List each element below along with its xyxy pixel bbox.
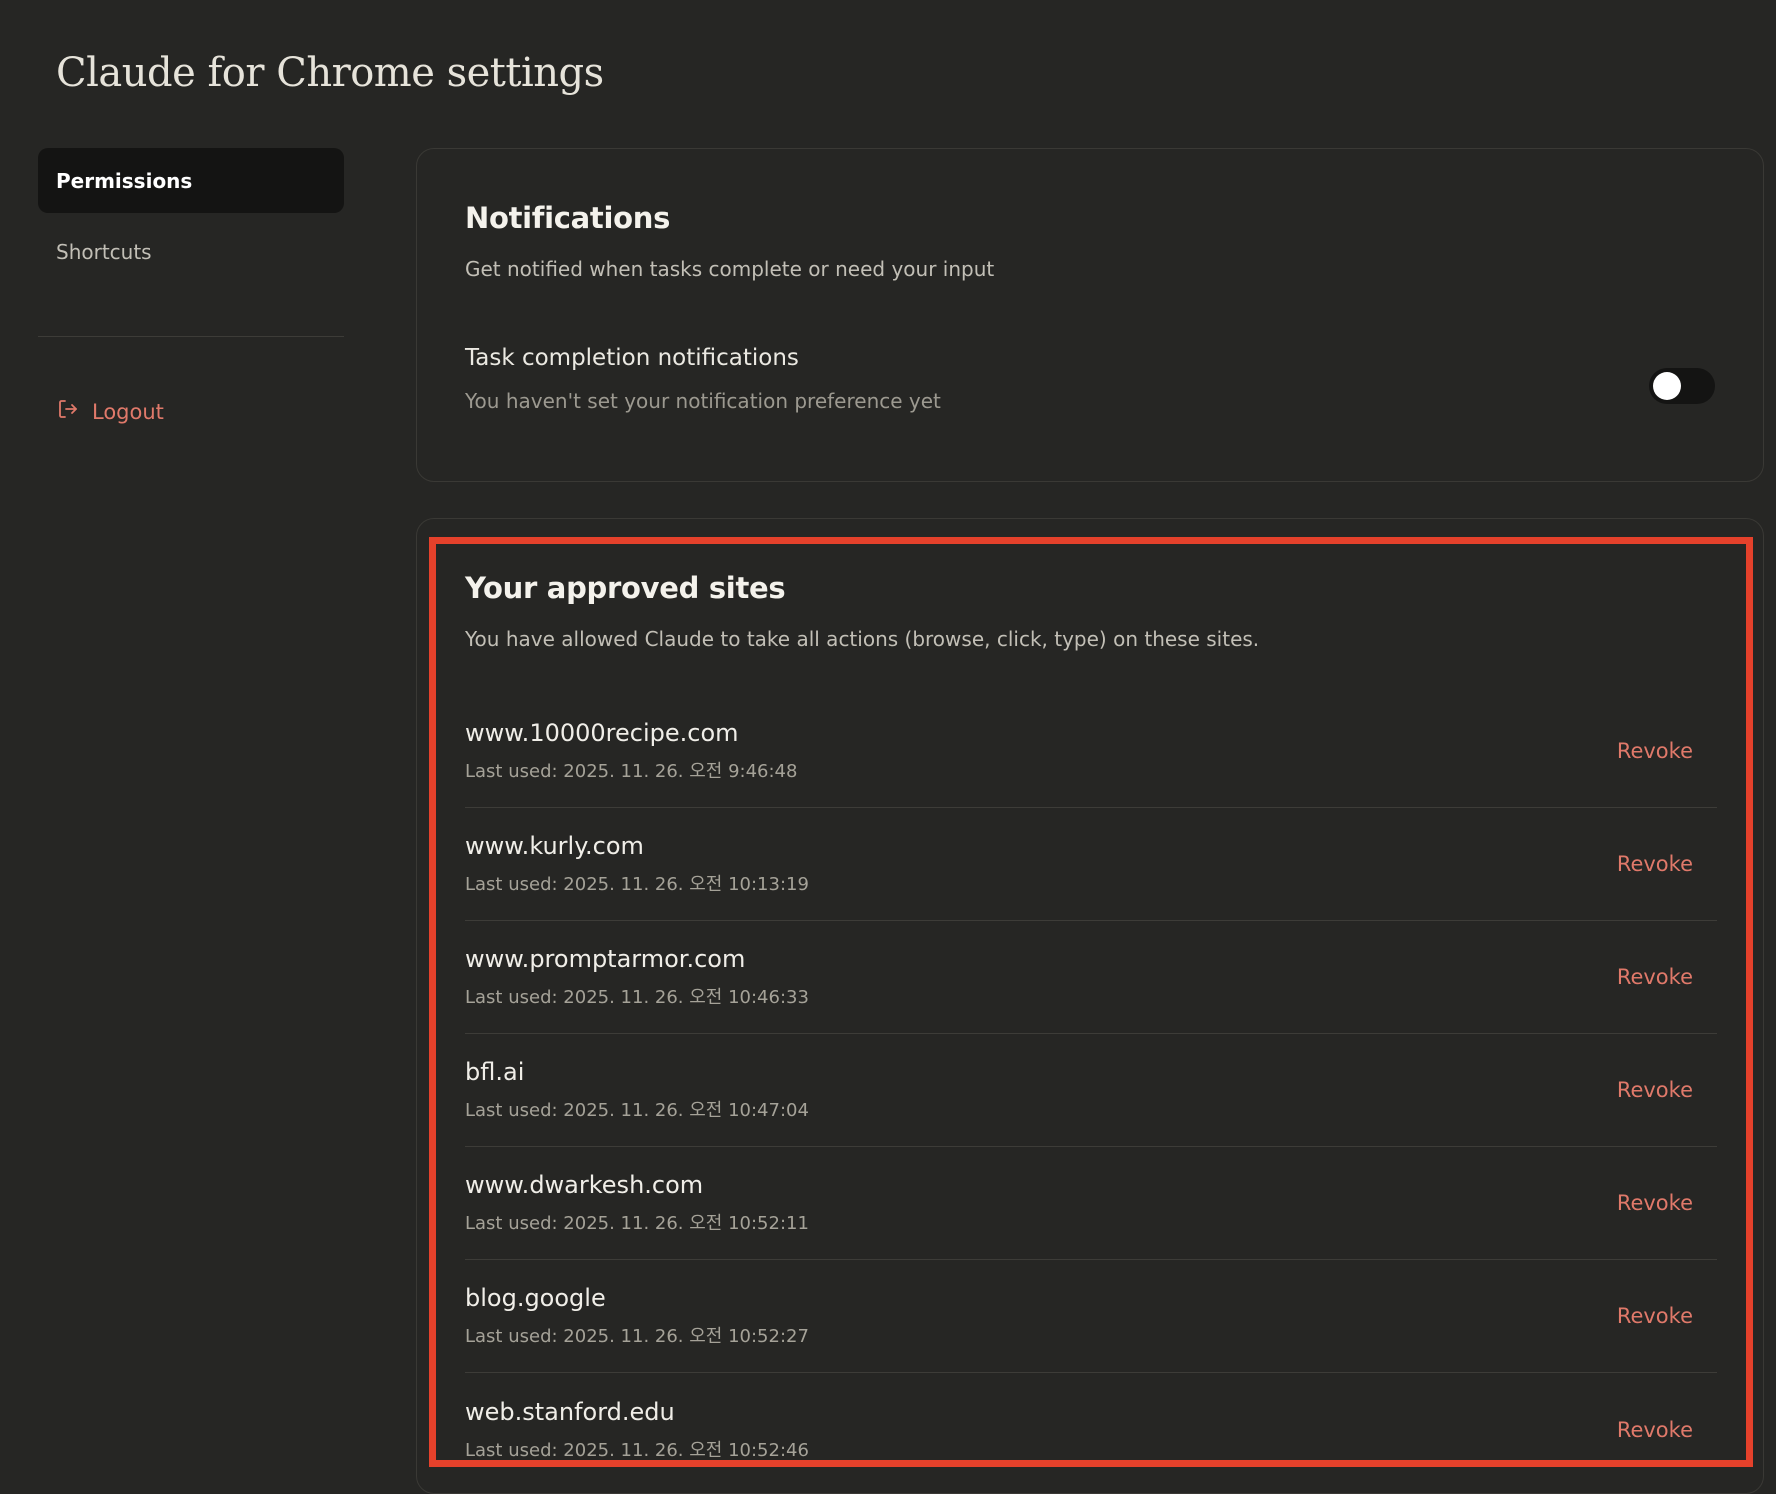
site-domain: www.promptarmor.com [465,945,746,973]
notifications-card: Notifications Get notified when tasks co… [416,148,1764,482]
revoke-button[interactable]: Revoke [1617,852,1693,876]
notifications-subtitle: Get notified when tasks complete or need… [465,257,995,281]
revoke-button[interactable]: Revoke [1617,1418,1693,1442]
revoke-button[interactable]: Revoke [1617,1304,1693,1328]
task-notification-desc: You haven't set your notification prefer… [465,389,941,413]
site-last-used: Last used: 2025. 11. 26. 오전 10:46:33 [465,987,809,1008]
approved-sites-title: Your approved sites [465,571,786,605]
site-last-used: Last used: 2025. 11. 26. 오전 10:52:27 [465,1326,809,1347]
list-item: www.kurly.com Last used: 2025. 11. 26. 오… [465,808,1717,921]
list-item: bfl.ai Last used: 2025. 11. 26. 오전 10:47… [465,1034,1717,1147]
site-last-used: Last used: 2025. 11. 26. 오전 9:46:48 [465,761,798,782]
logout-button[interactable]: Logout [38,397,344,426]
revoke-button[interactable]: Revoke [1617,1191,1693,1215]
site-domain: www.10000recipe.com [465,719,739,747]
list-item: blog.google Last used: 2025. 11. 26. 오전 … [465,1260,1717,1373]
sidebar-item-permissions[interactable]: Permissions [38,148,344,213]
site-domain: blog.google [465,1284,606,1312]
approved-sites-card: Your approved sites You have allowed Cla… [416,518,1764,1494]
site-domain: bfl.ai [465,1058,525,1086]
revoke-button[interactable]: Revoke [1617,965,1693,989]
task-notification-setting: Task completion notifications You haven'… [465,345,1715,413]
site-domain: www.kurly.com [465,832,644,860]
logout-label: Logout [92,399,164,424]
approved-sites-subtitle: You have allowed Claude to take all acti… [465,627,1260,651]
logout-icon [56,397,80,426]
approved-sites-list: www.10000recipe.com Last used: 2025. 11.… [465,695,1717,1486]
task-notification-label: Task completion notifications [465,345,799,371]
list-item: www.10000recipe.com Last used: 2025. 11.… [465,695,1717,808]
sidebar-item-label: Permissions [56,168,193,193]
revoke-button[interactable]: Revoke [1617,739,1693,763]
list-item: www.dwarkesh.com Last used: 2025. 11. 26… [465,1147,1717,1260]
sidebar-item-label: Shortcuts [56,239,152,264]
site-last-used: Last used: 2025. 11. 26. 오전 10:52:11 [465,1213,809,1234]
sidebar-divider [38,336,344,337]
list-item: web.stanford.edu Last used: 2025. 11. 26… [465,1373,1717,1486]
notifications-title: Notifications [465,201,671,235]
sidebar: Permissions Shortcuts Logout [38,148,344,426]
task-notification-toggle[interactable] [1649,368,1715,404]
site-domain: www.dwarkesh.com [465,1171,704,1199]
revoke-button[interactable]: Revoke [1617,1078,1693,1102]
toggle-knob [1653,372,1681,400]
site-last-used: Last used: 2025. 11. 26. 오전 10:13:19 [465,874,809,895]
site-last-used: Last used: 2025. 11. 26. 오전 10:52:46 [465,1439,809,1461]
sidebar-item-shortcuts[interactable]: Shortcuts [38,219,344,284]
site-domain: web.stanford.edu [465,1397,675,1426]
list-item: www.promptarmor.com Last used: 2025. 11.… [465,921,1717,1034]
page-title: Claude for Chrome settings [56,50,604,96]
site-last-used: Last used: 2025. 11. 26. 오전 10:47:04 [465,1100,809,1121]
